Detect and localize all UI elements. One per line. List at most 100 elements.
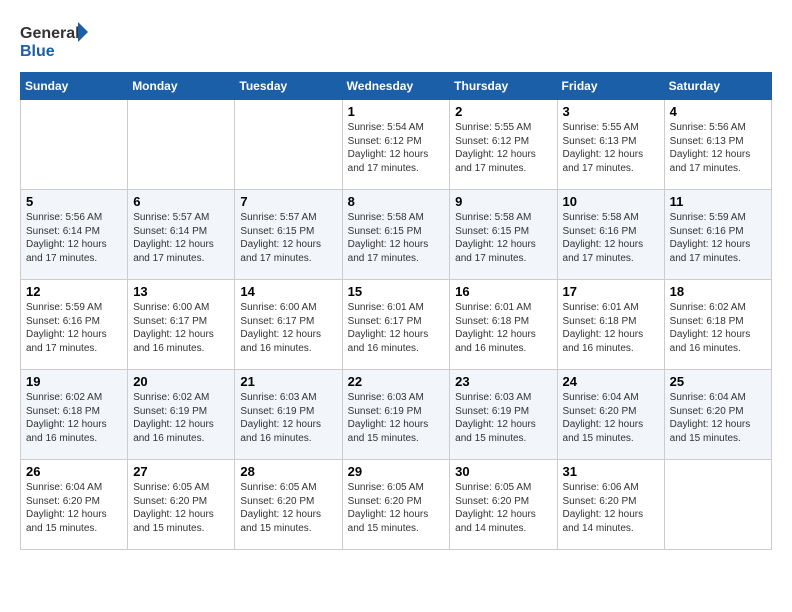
day-number: 23 [455, 374, 551, 389]
day-info: Sunrise: 6:01 AM Sunset: 6:18 PM Dayligh… [563, 301, 659, 355]
calendar-cell: 3 Sunrise: 5:55 AM Sunset: 6:13 PM Daylig… [557, 100, 664, 190]
day-number: 16 [455, 284, 551, 299]
calendar-cell: 8Sunrise: 5:58 AM Sunset: 6:15 PM Daylig… [342, 190, 450, 280]
svg-text:Blue: Blue [20, 43, 55, 60]
day-number: 28 [240, 464, 336, 479]
week-row-1: 1 Sunrise: 5:54 AM Sunset: 6:12 PM Daylig… [21, 100, 772, 190]
day-number: 19 [26, 374, 122, 389]
calendar-cell: 30Sunrise: 6:05 AM Sunset: 6:20 PM Dayli… [450, 460, 557, 550]
day-info: Sunrise: 6:05 AM Sunset: 6:20 PM Dayligh… [240, 481, 336, 535]
day-number: 12 [26, 284, 122, 299]
day-info: Sunrise: 6:05 AM Sunset: 6:20 PM Dayligh… [133, 481, 229, 535]
day-info: Sunrise: 6:04 AM Sunset: 6:20 PM Dayligh… [26, 481, 122, 535]
day-info: Sunrise: 6:03 AM Sunset: 6:19 PM Dayligh… [455, 391, 551, 445]
day-info: Sunrise: 5:58 AM Sunset: 6:16 PM Dayligh… [563, 211, 659, 265]
calendar-cell: 10 Sunrise: 5:58 AM Sunset: 6:16 PM Dayli… [557, 190, 664, 280]
calendar-header-row: SundayMondayTuesdayWednesdayThursdayFrid… [21, 73, 772, 100]
day-info: Sunrise: 5:57 AM Sunset: 6:14 PM Dayligh… [133, 211, 229, 265]
day-number: 11 [670, 194, 766, 209]
day-info: Sunrise: 5:59 AM Sunset: 6:16 PM Dayligh… [26, 301, 122, 355]
calendar-cell: 23 Sunrise: 6:03 AM Sunset: 6:19 PM Dayli… [450, 370, 557, 460]
day-number: 6 [133, 194, 229, 209]
day-number: 21 [240, 374, 336, 389]
col-header-sunday: Sunday [21, 73, 128, 100]
day-info: Sunrise: 6:04 AM Sunset: 6:20 PM Dayligh… [563, 391, 659, 445]
day-info: Sunrise: 6:00 AM Sunset: 6:17 PM Dayligh… [133, 301, 229, 355]
calendar-cell: 31Sunrise: 6:06 AM Sunset: 6:20 PM Dayli… [557, 460, 664, 550]
col-header-monday: Monday [128, 73, 235, 100]
day-number: 18 [670, 284, 766, 299]
calendar-cell: 7Sunrise: 5:57 AM Sunset: 6:15 PM Daylig… [235, 190, 342, 280]
calendar-cell [235, 100, 342, 190]
day-number: 2 [455, 104, 551, 119]
day-info: Sunrise: 5:55 AM Sunset: 6:12 PM Dayligh… [455, 121, 551, 175]
calendar-cell: 22Sunrise: 6:03 AM Sunset: 6:19 PM Dayli… [342, 370, 450, 460]
week-row-2: 5 Sunrise: 5:56 AM Sunset: 6:14 PM Daylig… [21, 190, 772, 280]
day-info: Sunrise: 6:02 AM Sunset: 6:19 PM Dayligh… [133, 391, 229, 445]
calendar-cell: 9Sunrise: 5:58 AM Sunset: 6:15 PM Daylig… [450, 190, 557, 280]
calendar-cell: 21 Sunrise: 6:03 AM Sunset: 6:19 PM Dayli… [235, 370, 342, 460]
day-info: Sunrise: 6:03 AM Sunset: 6:19 PM Dayligh… [240, 391, 336, 445]
calendar-cell [128, 100, 235, 190]
day-number: 20 [133, 374, 229, 389]
calendar-cell: 6 Sunrise: 5:57 AM Sunset: 6:14 PM Daylig… [128, 190, 235, 280]
col-header-thursday: Thursday [450, 73, 557, 100]
day-number: 1 [348, 104, 445, 119]
calendar-cell [664, 460, 771, 550]
calendar-cell: 1 Sunrise: 5:54 AM Sunset: 6:12 PM Daylig… [342, 100, 450, 190]
day-number: 4 [670, 104, 766, 119]
logo: GeneralBlue [20, 20, 90, 62]
day-number: 31 [563, 464, 659, 479]
day-info: Sunrise: 6:02 AM Sunset: 6:18 PM Dayligh… [26, 391, 122, 445]
calendar-cell: 27Sunrise: 6:05 AM Sunset: 6:20 PM Dayli… [128, 460, 235, 550]
day-info: Sunrise: 6:02 AM Sunset: 6:18 PM Dayligh… [670, 301, 766, 355]
day-info: Sunrise: 6:01 AM Sunset: 6:17 PM Dayligh… [348, 301, 445, 355]
logo-svg: GeneralBlue [20, 20, 90, 62]
col-header-friday: Friday [557, 73, 664, 100]
calendar-table: SundayMondayTuesdayWednesdayThursdayFrid… [20, 72, 772, 550]
calendar-cell: 18 Sunrise: 6:02 AM Sunset: 6:18 PM Dayli… [664, 280, 771, 370]
day-info: Sunrise: 5:58 AM Sunset: 6:15 PM Dayligh… [455, 211, 551, 265]
week-row-5: 26Sunrise: 6:04 AM Sunset: 6:20 PM Dayli… [21, 460, 772, 550]
day-number: 15 [348, 284, 445, 299]
calendar-cell: 12 Sunrise: 5:59 AM Sunset: 6:16 PM Dayli… [21, 280, 128, 370]
calendar-cell: 5 Sunrise: 5:56 AM Sunset: 6:14 PM Daylig… [21, 190, 128, 280]
col-header-tuesday: Tuesday [235, 73, 342, 100]
day-info: Sunrise: 5:58 AM Sunset: 6:15 PM Dayligh… [348, 211, 445, 265]
calendar-cell: 4 Sunrise: 5:56 AM Sunset: 6:13 PM Daylig… [664, 100, 771, 190]
day-info: Sunrise: 6:03 AM Sunset: 6:19 PM Dayligh… [348, 391, 445, 445]
day-number: 17 [563, 284, 659, 299]
day-info: Sunrise: 5:56 AM Sunset: 6:13 PM Dayligh… [670, 121, 766, 175]
header: GeneralBlue [20, 20, 772, 62]
day-info: Sunrise: 5:59 AM Sunset: 6:16 PM Dayligh… [670, 211, 766, 265]
col-header-wednesday: Wednesday [342, 73, 450, 100]
svg-text:General: General [20, 25, 80, 42]
day-info: Sunrise: 6:04 AM Sunset: 6:20 PM Dayligh… [670, 391, 766, 445]
day-number: 24 [563, 374, 659, 389]
week-row-4: 19 Sunrise: 6:02 AM Sunset: 6:18 PM Dayli… [21, 370, 772, 460]
day-info: Sunrise: 5:57 AM Sunset: 6:15 PM Dayligh… [240, 211, 336, 265]
day-info: Sunrise: 5:56 AM Sunset: 6:14 PM Dayligh… [26, 211, 122, 265]
day-number: 3 [563, 104, 659, 119]
day-info: Sunrise: 6:05 AM Sunset: 6:20 PM Dayligh… [348, 481, 445, 535]
day-number: 10 [563, 194, 659, 209]
day-info: Sunrise: 5:55 AM Sunset: 6:13 PM Dayligh… [563, 121, 659, 175]
day-number: 14 [240, 284, 336, 299]
day-info: Sunrise: 6:00 AM Sunset: 6:17 PM Dayligh… [240, 301, 336, 355]
col-header-saturday: Saturday [664, 73, 771, 100]
calendar-cell: 16 Sunrise: 6:01 AM Sunset: 6:18 PM Dayli… [450, 280, 557, 370]
calendar-cell: 15 Sunrise: 6:01 AM Sunset: 6:17 PM Dayli… [342, 280, 450, 370]
day-number: 25 [670, 374, 766, 389]
calendar-cell: 14 Sunrise: 6:00 AM Sunset: 6:17 PM Dayli… [235, 280, 342, 370]
calendar-cell: 20 Sunrise: 6:02 AM Sunset: 6:19 PM Dayli… [128, 370, 235, 460]
day-number: 29 [348, 464, 445, 479]
week-row-3: 12 Sunrise: 5:59 AM Sunset: 6:16 PM Dayli… [21, 280, 772, 370]
calendar-cell: 2 Sunrise: 5:55 AM Sunset: 6:12 PM Daylig… [450, 100, 557, 190]
calendar-cell: 19 Sunrise: 6:02 AM Sunset: 6:18 PM Dayli… [21, 370, 128, 460]
day-info: Sunrise: 5:54 AM Sunset: 6:12 PM Dayligh… [348, 121, 445, 175]
day-number: 5 [26, 194, 122, 209]
day-info: Sunrise: 6:05 AM Sunset: 6:20 PM Dayligh… [455, 481, 551, 535]
calendar-cell: 25 Sunrise: 6:04 AM Sunset: 6:20 PM Dayli… [664, 370, 771, 460]
day-info: Sunrise: 6:01 AM Sunset: 6:18 PM Dayligh… [455, 301, 551, 355]
calendar-cell: 29 Sunrise: 6:05 AM Sunset: 6:20 PM Dayli… [342, 460, 450, 550]
